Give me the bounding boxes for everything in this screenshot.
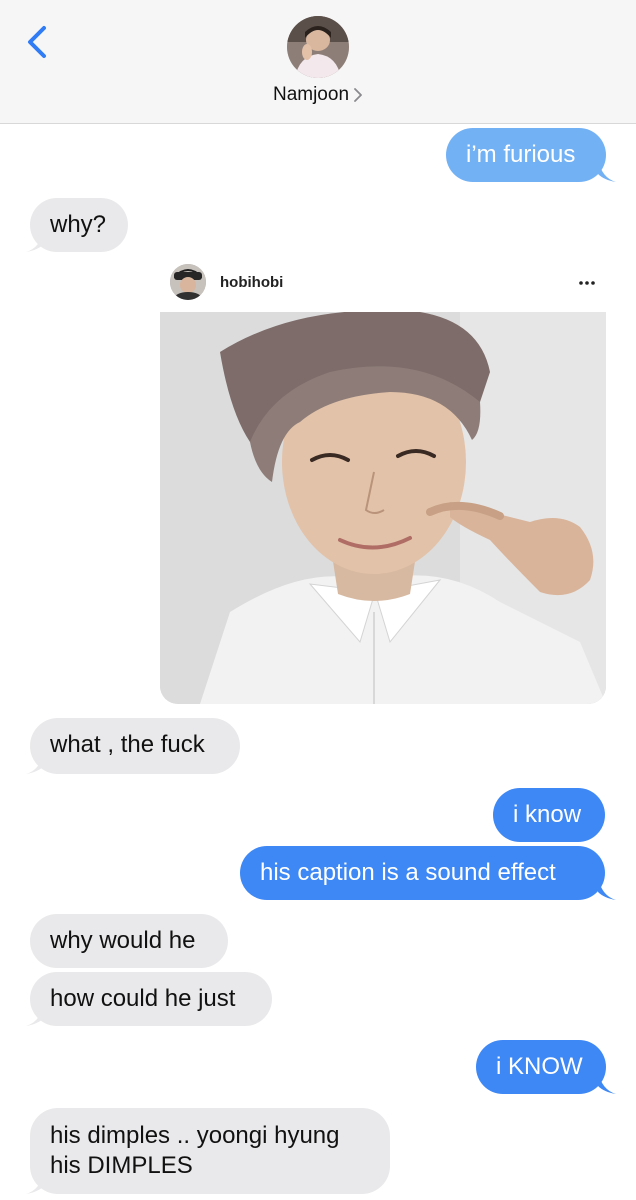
post-header: hobihobi: [160, 258, 606, 312]
chevron-left-icon: [28, 26, 46, 58]
bubble-tail: [26, 752, 44, 774]
message-text: what , the fuck: [50, 731, 205, 758]
contact-name: Namjoon: [272, 84, 350, 105]
back-button[interactable]: [18, 22, 58, 62]
contact-name-button[interactable]: Namjoon: [0, 84, 636, 106]
post-image: [160, 312, 606, 704]
post-author-avatar[interactable]: [170, 264, 206, 300]
bubble-tail: [598, 878, 616, 900]
message-text: his caption is a sound effect: [260, 859, 556, 886]
bubble-tail: [26, 1004, 44, 1026]
message-text: why?: [50, 211, 107, 238]
message-bubble-received[interactable]: what , the fuck: [30, 718, 240, 774]
message-bubble-received[interactable]: why?: [30, 198, 128, 252]
message-text-line-2: his DIMPLES: [50, 1152, 193, 1179]
chevron-right-icon: [354, 88, 362, 102]
bubble-tail: [598, 1072, 616, 1094]
message-text: why would he: [50, 927, 196, 954]
post-photo[interactable]: [160, 312, 606, 704]
bubble-tail: [598, 160, 616, 182]
bubble-tail: [26, 230, 44, 252]
message-bubble-received[interactable]: why would he: [30, 914, 228, 968]
message-text: how could he just: [50, 985, 236, 1012]
post-username[interactable]: hobihobi: [220, 274, 283, 291]
message-text: i’m furious: [466, 141, 576, 168]
messages-screen: Namjoon i’m furious why? hobihobi what ,…: [0, 0, 636, 1200]
post-author-photo: [170, 264, 206, 300]
message-bubble-received[interactable]: his dimples .. yoongi hyung his DIMPLES: [30, 1108, 390, 1194]
message-bubble-received[interactable]: how could he just: [30, 972, 272, 1026]
bubble-tail: [26, 1172, 44, 1194]
contact-photo: [287, 16, 349, 78]
message-bubble-sent[interactable]: his caption is a sound effect: [240, 846, 605, 900]
message-bubble-sent[interactable]: i’m furious: [446, 128, 606, 182]
message-text-line-1: his dimples .. yoongi hyung: [50, 1122, 340, 1149]
contact-avatar[interactable]: [287, 16, 349, 78]
more-options-icon[interactable]: [576, 272, 598, 294]
message-text: i KNOW: [496, 1053, 583, 1080]
message-bubble-sent[interactable]: i KNOW: [476, 1040, 606, 1094]
shared-post[interactable]: hobihobi: [160, 258, 606, 704]
message-text: i know: [513, 801, 582, 828]
conversation-header: Namjoon: [0, 0, 636, 124]
message-bubble-sent[interactable]: i know: [493, 788, 605, 842]
